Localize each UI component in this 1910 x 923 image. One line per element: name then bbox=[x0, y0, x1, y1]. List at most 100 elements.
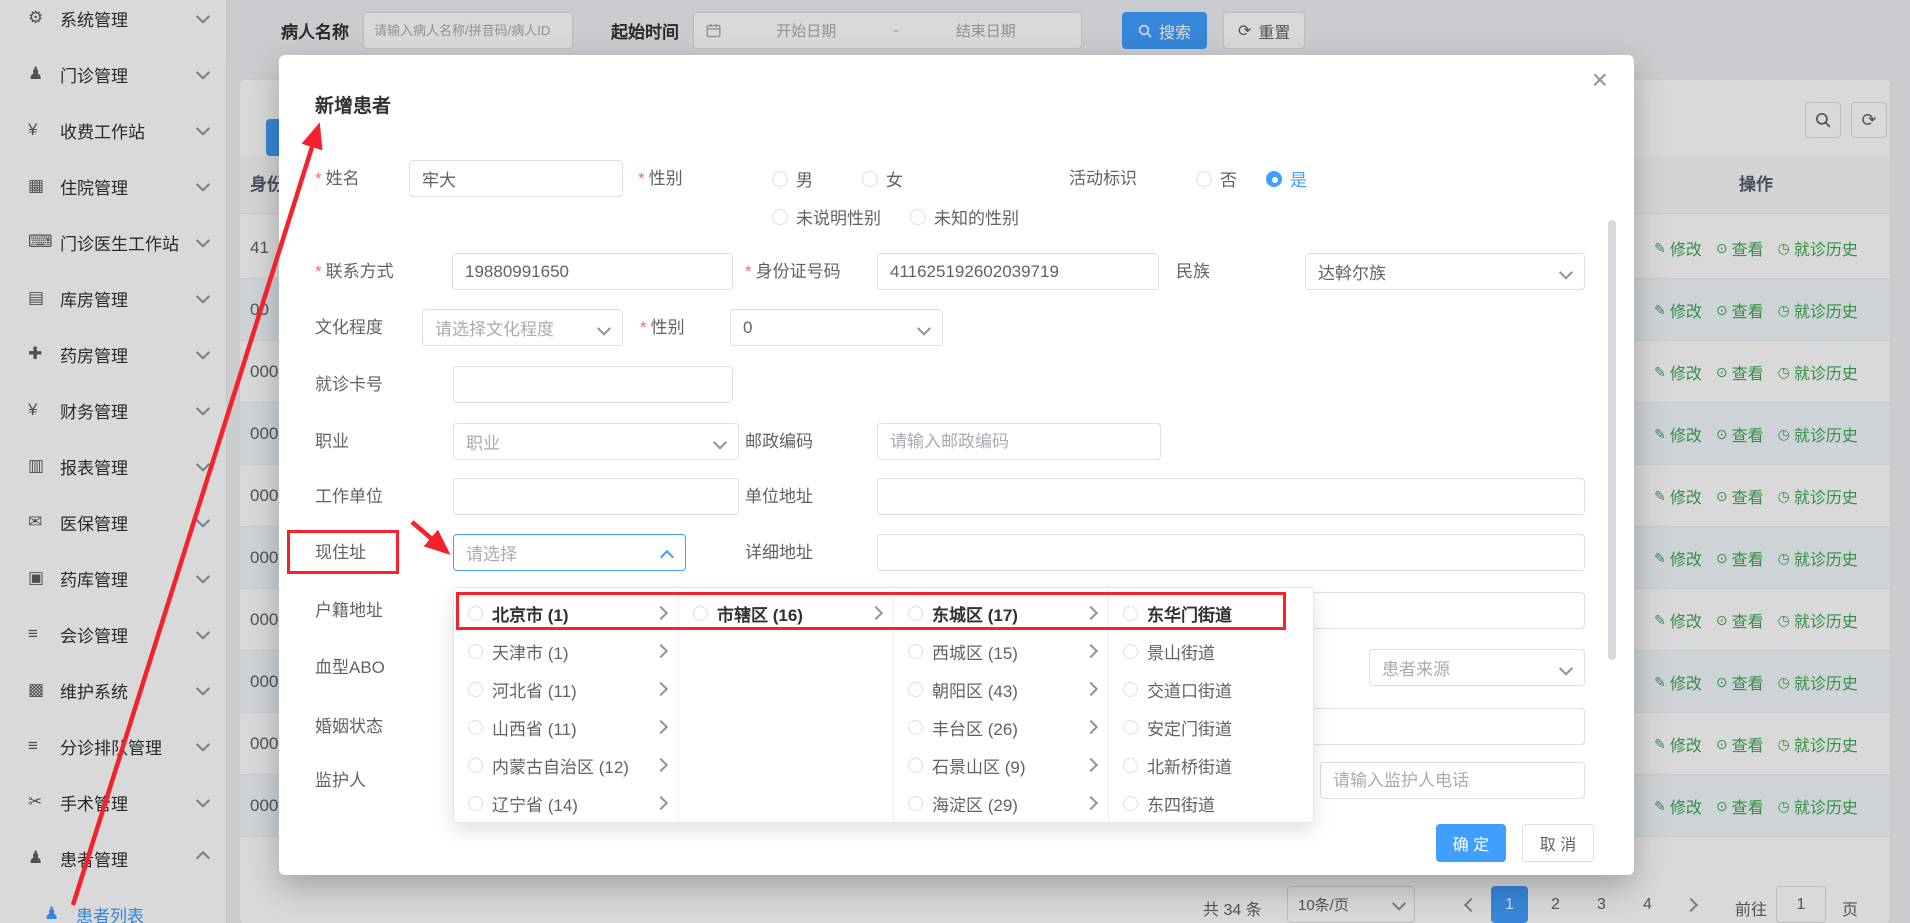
card-number-input[interactable] bbox=[453, 366, 733, 403]
id-number-input[interactable] bbox=[877, 253, 1159, 290]
blood-type-label: 血型ABO bbox=[315, 649, 385, 686]
confirm-button[interactable]: 确 定 bbox=[1436, 824, 1506, 862]
chevron-right-icon bbox=[1084, 758, 1098, 772]
street-option[interactable]: 交道口街道 bbox=[1109, 670, 1313, 708]
work-unit-input[interactable] bbox=[453, 478, 739, 515]
province-option[interactable]: 河北省 (11) bbox=[454, 670, 678, 708]
gender-radio-unknown[interactable]: 未知的性别 bbox=[910, 198, 1019, 235]
street-option[interactable]: 安定门街道 bbox=[1109, 708, 1313, 746]
education-select[interactable]: 请选择文化程度 bbox=[422, 309, 623, 346]
unit-address-input[interactable] bbox=[877, 478, 1585, 515]
district-option[interactable]: 朝阳区 (43) bbox=[894, 670, 1108, 708]
district-option[interactable]: 丰台区 (26) bbox=[894, 708, 1108, 746]
district-option[interactable]: 东城区 (17) bbox=[894, 594, 1108, 632]
cascader-province-column: 北京市 (1) 天津市 (1) 河北省 (11) 山西省 (11) 内蒙古自治区… bbox=[454, 588, 679, 822]
chevron-down-icon bbox=[1559, 662, 1573, 676]
education-label: 文化程度 bbox=[315, 309, 383, 346]
gender-radio-unspecified[interactable]: 未说明性别 bbox=[772, 198, 881, 235]
chevron-down-icon bbox=[597, 322, 611, 336]
detail-address-input[interactable] bbox=[877, 534, 1585, 571]
radio-icon bbox=[908, 606, 923, 621]
province-option[interactable]: 内蒙古自治区 (12) bbox=[454, 746, 678, 784]
chevron-right-icon bbox=[654, 796, 668, 810]
street-option[interactable]: 东四街道 bbox=[1109, 784, 1313, 822]
contact-input[interactable] bbox=[452, 253, 733, 290]
active-flag-radio-no[interactable]: 否 bbox=[1196, 160, 1237, 197]
district-option[interactable]: 海淀区 (29) bbox=[894, 784, 1108, 822]
chevron-right-icon bbox=[654, 644, 668, 658]
postal-code-input[interactable] bbox=[877, 423, 1161, 460]
radio-icon bbox=[908, 796, 923, 811]
guardian-phone-input[interactable] bbox=[1320, 762, 1585, 799]
radio-icon bbox=[908, 644, 923, 659]
active-flag-radio-yes[interactable]: 是 bbox=[1266, 160, 1307, 197]
radio-icon bbox=[1123, 606, 1138, 621]
current-address-cascader[interactable]: 请选择 bbox=[453, 534, 686, 571]
guardian-label: 监护人 bbox=[315, 762, 366, 799]
unit-address-label: 单位地址 bbox=[745, 478, 813, 515]
radio-icon bbox=[468, 758, 483, 773]
cascader-district-column: 东城区 (17) 西城区 (15) 朝阳区 (43) 丰台区 (26) 石景山区… bbox=[894, 588, 1109, 822]
street-option[interactable]: 东华门街道 bbox=[1109, 594, 1313, 632]
radio-icon bbox=[772, 171, 788, 187]
street-option[interactable]: 景山街道 bbox=[1109, 632, 1313, 670]
gender-label: *性别 bbox=[638, 160, 683, 197]
district-option[interactable]: 西城区 (15) bbox=[894, 632, 1108, 670]
radio-icon bbox=[468, 644, 483, 659]
radio-icon bbox=[1123, 644, 1138, 659]
modal-scrollbar[interactable] bbox=[1608, 220, 1616, 660]
radio-icon bbox=[862, 171, 878, 187]
name-label: *姓名 bbox=[315, 160, 360, 197]
current-address-label: 现住址 bbox=[315, 534, 366, 571]
ethnicity-select[interactable]: 达斡尔族 bbox=[1305, 253, 1585, 290]
gender2-select[interactable]: 0 bbox=[730, 309, 943, 346]
chevron-right-icon bbox=[654, 606, 668, 620]
chevron-down-icon bbox=[1559, 266, 1573, 280]
street-option[interactable]: 北新桥街道 bbox=[1109, 746, 1313, 784]
detail-address-label: 详细地址 bbox=[745, 534, 813, 571]
radio-icon bbox=[1123, 758, 1138, 773]
chevron-up-icon bbox=[660, 550, 674, 564]
province-option[interactable]: 天津市 (1) bbox=[454, 632, 678, 670]
gender2-label: *性别 bbox=[640, 309, 685, 346]
occupation-label: 职业 bbox=[315, 423, 349, 460]
radio-icon bbox=[908, 682, 923, 697]
chevron-right-icon bbox=[654, 758, 668, 772]
patient-source-select[interactable]: 患者来源 bbox=[1369, 649, 1585, 686]
radio-icon bbox=[468, 796, 483, 811]
chevron-right-icon bbox=[1084, 644, 1098, 658]
radio-icon bbox=[468, 720, 483, 735]
chevron-right-icon bbox=[654, 682, 668, 696]
province-option[interactable]: 辽宁省 (14) bbox=[454, 784, 678, 822]
occupation-select[interactable]: 职业 bbox=[453, 423, 739, 460]
gender-radio-male[interactable]: 男 bbox=[772, 160, 813, 197]
name-input[interactable] bbox=[409, 160, 623, 197]
chevron-right-icon bbox=[654, 720, 668, 734]
radio-icon bbox=[468, 606, 483, 621]
contact-label: *联系方式 bbox=[315, 253, 394, 290]
cancel-button[interactable]: 取 消 bbox=[1522, 824, 1594, 862]
gender-radio-female[interactable]: 女 bbox=[862, 160, 903, 197]
chevron-down-icon bbox=[713, 436, 727, 450]
modal-title: 新增患者 bbox=[315, 91, 391, 118]
cascader-street-column: 东华门街道 景山街道 交道口街道 安定门街道 北新桥街道 东四街道 bbox=[1109, 588, 1313, 822]
chevron-right-icon bbox=[869, 606, 883, 620]
screen: ⚙系统管理 ♟门诊管理 ¥收费工作站 ▦住院管理 ⌨门诊医生工作站 ▤库房管理 … bbox=[0, 0, 1910, 923]
chevron-right-icon bbox=[1084, 606, 1098, 620]
city-option[interactable]: 市辖区 (16) bbox=[679, 594, 893, 632]
chevron-right-icon bbox=[1084, 720, 1098, 734]
address-cascader-panel: 北京市 (1) 天津市 (1) 河北省 (11) 山西省 (11) 内蒙古自治区… bbox=[453, 587, 1314, 823]
cascader-city-column: 市辖区 (16) bbox=[679, 588, 894, 822]
province-option[interactable]: 山西省 (11) bbox=[454, 708, 678, 746]
chevron-right-icon bbox=[1084, 796, 1098, 810]
radio-icon bbox=[1123, 720, 1138, 735]
household-address-label: 户籍地址 bbox=[315, 592, 383, 629]
radio-icon bbox=[908, 720, 923, 735]
radio-icon bbox=[1123, 682, 1138, 697]
province-option[interactable]: 北京市 (1) bbox=[454, 594, 678, 632]
radio-icon bbox=[468, 682, 483, 697]
id-number-label: *身份证号码 bbox=[745, 253, 841, 290]
close-icon[interactable]: × bbox=[1586, 65, 1614, 95]
district-option[interactable]: 石景山区 (9) bbox=[894, 746, 1108, 784]
chevron-right-icon bbox=[1084, 682, 1098, 696]
